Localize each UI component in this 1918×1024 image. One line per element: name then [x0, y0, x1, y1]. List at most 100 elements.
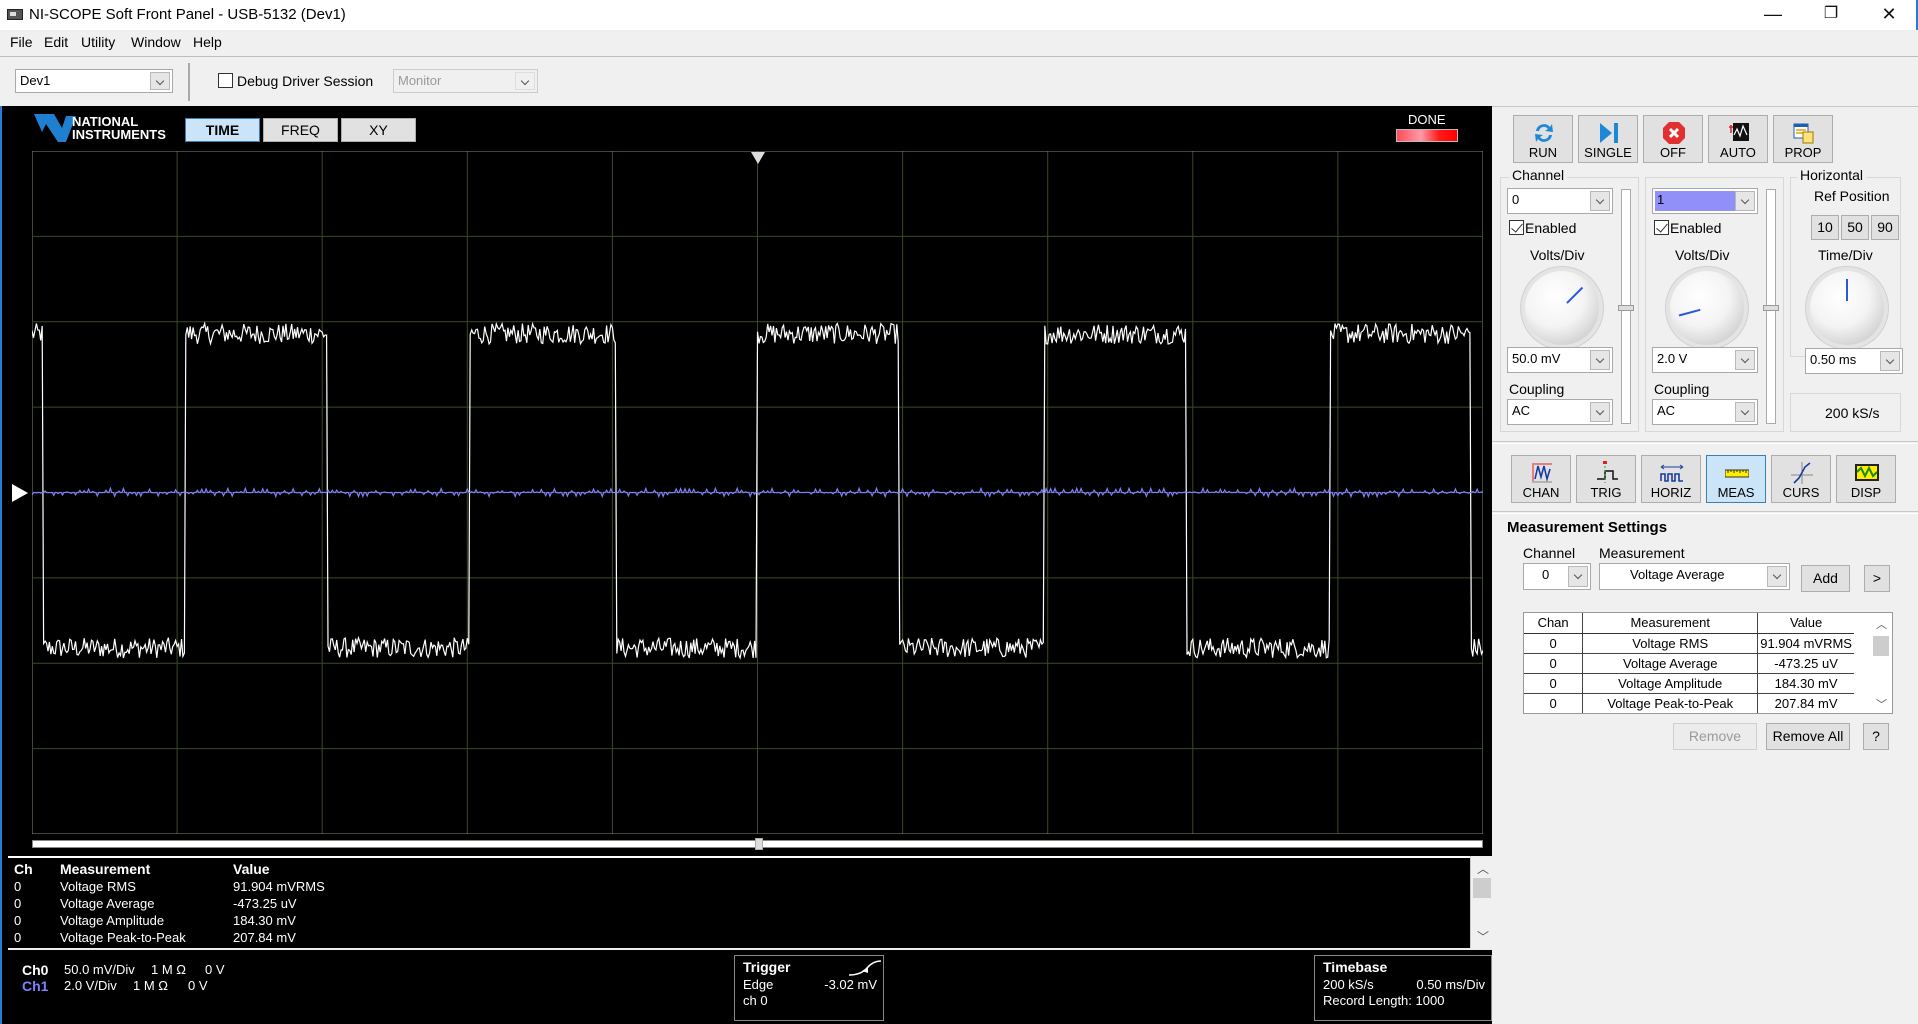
help-button[interactable]: ?	[1863, 723, 1889, 750]
menu-help[interactable]: Help	[193, 34, 222, 50]
ch0-vdiv-select[interactable]: 50.0 mV	[1507, 347, 1613, 373]
single-button[interactable]: SINGLE	[1578, 115, 1638, 163]
readout-value: -473.25 uV	[233, 896, 297, 911]
trigger-title: Trigger	[743, 959, 791, 975]
time-div-select[interactable]: 0.50 ms	[1805, 348, 1903, 374]
ref-position-50-button[interactable]: 50	[1841, 215, 1869, 240]
tab-freq[interactable]: FREQ	[263, 118, 338, 142]
monitor-select: Monitor	[393, 69, 538, 93]
scroll-up-icon[interactable]: ︿	[1477, 860, 1489, 877]
ch1-vdiv-value: 2.0 V	[1657, 351, 1688, 366]
acquisition-status-led	[1396, 129, 1458, 142]
more-button[interactable]: >	[1864, 565, 1890, 592]
prop-button[interactable]: PROP	[1773, 115, 1833, 163]
chevron-down-icon[interactable]	[1880, 351, 1900, 371]
readout-scrollbar[interactable]: ︿ ﹀	[1470, 856, 1492, 948]
ch0-offset-slider[interactable]	[1618, 189, 1634, 424]
chevron-down-icon[interactable]	[1590, 350, 1610, 370]
horizontal-position-scrollbar[interactable]	[32, 838, 1483, 850]
ch0-coupling-select[interactable]: AC	[1507, 399, 1613, 425]
chevron-down-icon[interactable]	[1590, 402, 1610, 422]
meas-measurement-label: Measurement	[1599, 545, 1685, 561]
auto-button[interactable]: AUTO	[1708, 115, 1768, 163]
off-button[interactable]: OFF	[1643, 115, 1703, 163]
trig-mode-button[interactable]: TRIG	[1576, 455, 1636, 503]
curs-mode-button[interactable]: CURS	[1771, 455, 1831, 503]
chan-mode-button[interactable]: CHAN	[1511, 455, 1571, 503]
device-select[interactable]: Dev1	[15, 69, 173, 93]
chevron-down-icon[interactable]	[1568, 566, 1588, 587]
horiz-mode-button[interactable]: HORIZ	[1641, 455, 1701, 503]
chevron-down-icon[interactable]	[1735, 350, 1755, 370]
readout-ch: 0	[14, 930, 22, 945]
scroll-down-icon[interactable]: ﹀	[1477, 928, 1489, 945]
scroll-thumb[interactable]	[755, 838, 763, 850]
cell-value: 91.904 mVRMS	[1757, 633, 1854, 654]
menu-window[interactable]: Window	[131, 34, 181, 50]
table-row[interactable]: 0 Voltage Average -473.25 uV	[1524, 653, 1854, 674]
close-button[interactable]: ✕	[1860, 0, 1918, 30]
ch1-vdiv-select[interactable]: 2.0 V	[1652, 347, 1758, 373]
ch0-channel-select[interactable]: 0	[1507, 188, 1613, 214]
ref-position-10-button[interactable]: 10	[1811, 215, 1839, 240]
trigger-position-marker-icon[interactable]	[750, 151, 766, 165]
meas-channel-select[interactable]: 0	[1523, 563, 1591, 590]
run-icon	[1535, 124, 1553, 142]
timebase-info-box[interactable]: Timebase 200 kS/s 0.50 ms/Div Record Len…	[1314, 955, 1492, 1021]
debug-session-checkbox[interactable]	[218, 73, 233, 88]
prop-label: PROP	[1784, 145, 1822, 160]
chevron-down-icon[interactable]	[150, 72, 170, 90]
ni-logo-eagle-icon	[34, 114, 76, 142]
meas-mode-button[interactable]: MEAS	[1706, 455, 1766, 503]
chevron-down-icon[interactable]	[1735, 402, 1755, 422]
slider-thumb[interactable]	[1763, 304, 1779, 311]
ch1-offset-slider[interactable]	[1763, 189, 1779, 424]
table-row[interactable]: 0 Voltage RMS 91.904 mVRMS	[1524, 633, 1854, 654]
ch1-enabled-checkbox[interactable]	[1654, 220, 1669, 235]
table-scrollbar[interactable]: ︿ ﹀	[1870, 614, 1892, 713]
table-row[interactable]: 0 Voltage Amplitude 184.30 mV	[1524, 673, 1854, 694]
disp-mode-button[interactable]: DISP	[1836, 455, 1896, 503]
scroll-up-icon[interactable]: ︿	[1876, 616, 1887, 632]
app-icon	[7, 9, 23, 20]
waveform-graph[interactable]	[32, 151, 1483, 834]
scroll-down-icon[interactable]: ﹀	[1876, 696, 1887, 712]
ch1-channel-select[interactable]: 1	[1652, 188, 1758, 214]
add-measurement-button[interactable]: Add	[1801, 565, 1850, 592]
slider-thumb[interactable]	[1618, 304, 1634, 311]
sample-rate-value: 200 kS/s	[1825, 405, 1880, 421]
restore-button[interactable]: ❐	[1802, 0, 1860, 30]
cell-value: 207.84 mV	[1774, 695, 1838, 711]
scroll-thumb[interactable]	[1473, 878, 1491, 898]
ch1-coupling-select[interactable]: AC	[1652, 399, 1758, 425]
remove-all-button[interactable]: Remove All	[1766, 723, 1850, 750]
meas-channel-label: Channel	[1523, 545, 1576, 561]
ch0-enabled-label: Enabled	[1525, 220, 1577, 236]
ref-position-90-button[interactable]: 90	[1871, 215, 1899, 240]
minimize-button[interactable]: —	[1744, 0, 1802, 30]
chevron-down-icon[interactable]	[1767, 566, 1787, 587]
ch0-enabled-checkbox[interactable]	[1509, 220, 1524, 235]
run-button[interactable]: RUN	[1513, 115, 1573, 163]
menu-file[interactable]: File	[10, 34, 33, 50]
chevron-down-icon[interactable]	[1590, 191, 1610, 211]
menu-edit[interactable]: Edit	[44, 34, 68, 50]
curs-label: CURS	[1782, 485, 1820, 500]
timebase-rate: 200 kS/s	[1323, 977, 1374, 992]
trigger-info-box[interactable]: Trigger Edge ch 0 -3.02 mV	[734, 955, 884, 1021]
ch0-vdiv-knob[interactable]	[1525, 271, 1599, 345]
ch1-vdiv-label: Volts/Div	[1675, 247, 1730, 263]
ruler-icon	[1725, 469, 1749, 478]
chevron-down-icon[interactable]	[1735, 191, 1755, 211]
measurement-type-select[interactable]: Voltage Average	[1599, 563, 1790, 590]
ch0-offset-marker-icon[interactable]	[10, 482, 30, 504]
time-div-knob[interactable]	[1810, 271, 1884, 345]
tab-xy[interactable]: XY	[341, 118, 416, 142]
table-row[interactable]: 0 Voltage Peak-to-Peak 207.84 mV	[1524, 693, 1854, 713]
tab-time[interactable]: TIME	[185, 118, 260, 142]
scroll-thumb[interactable]	[1873, 636, 1889, 656]
menu-bar: File Edit Utility Window Help	[0, 30, 1918, 56]
menu-utility[interactable]: Utility	[81, 34, 115, 50]
ch1-vdiv-knob[interactable]	[1670, 271, 1744, 345]
single-label: SINGLE	[1584, 145, 1632, 160]
